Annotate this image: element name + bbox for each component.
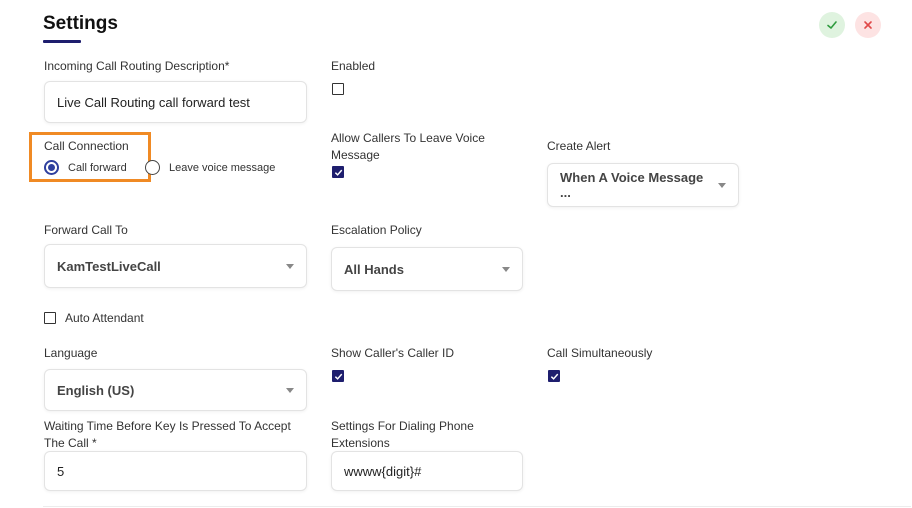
radio-call-forward-label: Call forward (68, 161, 127, 174)
forward-call-to-value: KamTestLiveCall (57, 258, 161, 274)
radio-unselected-icon (145, 160, 160, 175)
page-title: Settings (43, 13, 118, 34)
create-alert-select[interactable]: When A Voice Message ... (547, 163, 739, 207)
dialing-extensions-input[interactable]: wwww{digit}# (331, 451, 523, 491)
dialing-extensions-label-line2: Extensions (331, 436, 390, 450)
close-button[interactable] (855, 12, 881, 38)
forward-call-to-label: Forward Call To (44, 223, 128, 237)
allow-voice-message-label-line2: Message (331, 148, 380, 162)
dialing-extensions-label-line1: Settings For Dialing Phone (331, 419, 474, 433)
call-simultaneously-checkbox[interactable] (548, 370, 560, 382)
confirm-button[interactable] (819, 12, 845, 38)
title-underline (43, 40, 81, 43)
language-label: Language (44, 346, 98, 360)
call-connection-label: Call Connection (44, 139, 129, 153)
dialing-extensions-value: wwww{digit}# (344, 463, 422, 479)
create-alert-value: When A Voice Message ... (560, 170, 704, 200)
auto-attendant-label: Auto Attendant (65, 311, 144, 325)
call-simultaneously-label: Call Simultaneously (547, 346, 653, 360)
escalation-policy-select[interactable]: All Hands (331, 247, 523, 291)
checkmark-icon (550, 373, 558, 380)
forward-call-to-select[interactable]: KamTestLiveCall (44, 244, 307, 288)
chevron-down-icon (286, 263, 294, 269)
allow-voice-message-label-line1: Allow Callers To Leave Voice (331, 131, 485, 145)
waiting-time-label-line1: Waiting Time Before Key Is Pressed To Ac… (44, 419, 291, 433)
show-caller-id-checkbox[interactable] (332, 370, 344, 382)
check-icon (827, 21, 837, 29)
description-input[interactable]: Live Call Routing call forward test (44, 81, 307, 123)
show-caller-id-label: Show Caller's Caller ID (331, 346, 454, 360)
enabled-label: Enabled (331, 59, 376, 73)
chevron-down-icon (718, 182, 726, 188)
auto-attendant-checkbox[interactable] (44, 312, 56, 324)
chevron-down-icon (286, 387, 294, 393)
checkmark-icon (334, 169, 342, 176)
create-alert-label: Create Alert (547, 139, 611, 153)
radio-selected-icon (44, 160, 59, 175)
bottom-divider (43, 506, 911, 507)
radio-call-forward[interactable]: Call forward (44, 160, 127, 175)
description-value: Live Call Routing call forward test (57, 94, 250, 110)
escalation-policy-label: Escalation Policy (331, 223, 422, 237)
enabled-checkbox[interactable] (332, 83, 344, 95)
close-icon (864, 21, 872, 29)
radio-leave-voice-message-label: Leave voice message (169, 161, 276, 174)
waiting-time-input[interactable]: 5 (44, 451, 307, 491)
description-label: Incoming Call Routing Description* (44, 59, 230, 73)
escalation-policy-value: All Hands (344, 261, 404, 277)
waiting-time-value: 5 (57, 463, 65, 479)
chevron-down-icon (502, 266, 510, 272)
language-select[interactable]: English (US) (44, 369, 307, 411)
radio-leave-voice-message[interactable]: Leave voice message (145, 160, 275, 175)
language-value: English (US) (57, 382, 135, 398)
allow-voice-message-checkbox[interactable] (332, 166, 344, 178)
waiting-time-label-line2: The Call * (44, 436, 97, 450)
auto-attendant-toggle[interactable]: Auto Attendant (44, 310, 144, 326)
checkmark-icon (334, 373, 342, 380)
